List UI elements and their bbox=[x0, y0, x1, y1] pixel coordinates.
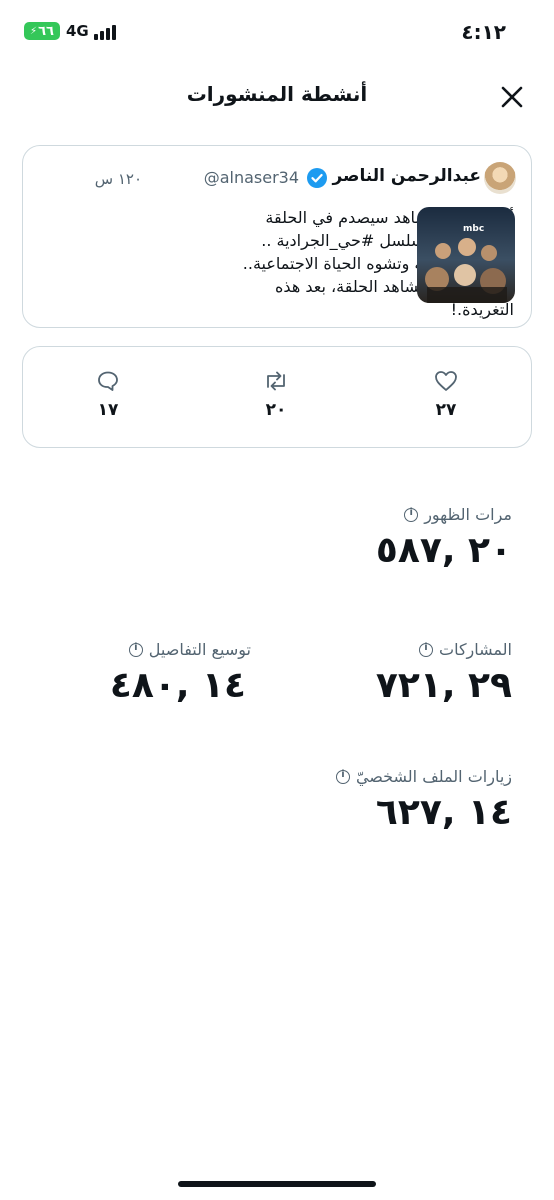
detail-expands-label-row: توسيع التفاصيل bbox=[128, 640, 251, 659]
home-indicator[interactable] bbox=[178, 1181, 376, 1187]
network-type: 4G bbox=[66, 22, 89, 40]
replies-metric[interactable]: ١٧ bbox=[86, 370, 130, 420]
retweet-icon bbox=[267, 371, 285, 391]
likes-metric[interactable]: ٢٧ bbox=[424, 370, 468, 420]
tweet-handle: @alnaser34 bbox=[203, 168, 299, 187]
info-icon[interactable] bbox=[335, 769, 350, 784]
likes-count: ٢٧ bbox=[435, 400, 457, 420]
replies-count: ١٧ bbox=[97, 400, 119, 420]
battery-level: ٦٦ bbox=[38, 23, 54, 39]
retweets-count: ٢٠ bbox=[265, 400, 287, 420]
status-time: ٤:١٢ bbox=[461, 20, 506, 44]
tweet-time: ١٢٠ س bbox=[94, 170, 142, 188]
retweets-metric[interactable]: ٢٠ bbox=[254, 370, 298, 420]
tweet-media-image[interactable]: mbc bbox=[417, 207, 515, 303]
page-title: أنشطة المنشورات bbox=[186, 82, 368, 106]
heart-icon bbox=[435, 371, 457, 391]
close-icon[interactable] bbox=[497, 82, 527, 112]
profile-visits-label-row: زيارات الملف الشخصيّ bbox=[335, 767, 512, 786]
info-icon[interactable] bbox=[404, 507, 419, 522]
shares-label-row: المشاركات bbox=[419, 640, 512, 659]
poster-logo: mbc bbox=[463, 224, 484, 234]
profile-visits-value: ١٤ ,٦٢٧ bbox=[375, 792, 512, 833]
info-icon[interactable] bbox=[128, 642, 143, 657]
tweet-author-name: عبدالرحمن الناصر bbox=[332, 166, 481, 186]
reply-icon bbox=[98, 371, 118, 391]
battery-icon: ⚡ ٦٦ bbox=[24, 22, 60, 40]
poster-artwork: mbc bbox=[417, 207, 515, 303]
avatar[interactable] bbox=[484, 162, 516, 194]
info-icon[interactable] bbox=[419, 642, 433, 657]
profile-visits-label: زيارات الملف الشخصيّ bbox=[355, 767, 512, 786]
detail-expands-value: ١٤ ,٤٨٠ bbox=[109, 665, 246, 706]
impressions-value: ٢٠ ,٥٨٧ bbox=[375, 530, 512, 571]
verified-badge-icon bbox=[307, 168, 327, 188]
shares-label: المشاركات bbox=[439, 640, 512, 659]
charging-bolt-icon: ⚡ bbox=[30, 25, 38, 37]
signal-icon bbox=[94, 25, 116, 40]
impressions-label: مرات الظهور bbox=[424, 505, 512, 524]
impressions-label-row: مرات الظهور bbox=[404, 505, 512, 524]
detail-expands-label: توسيع التفاصيل bbox=[148, 640, 251, 659]
shares-value: ٢٩ ,٧٢١ bbox=[375, 665, 512, 706]
